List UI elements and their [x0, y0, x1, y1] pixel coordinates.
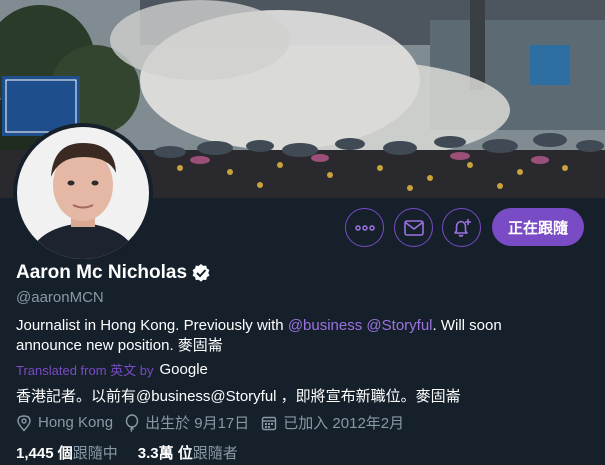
google-logo: Google — [159, 361, 208, 378]
mail-icon — [403, 219, 424, 236]
following-button[interactable]: 正在跟隨 — [492, 208, 584, 246]
followers-stat[interactable]: 3.3萬 位跟隨者 — [138, 442, 238, 463]
followers-count: 3.3萬 位 — [137, 445, 193, 462]
location-text: Hong Kong — [38, 414, 114, 431]
location-pin-icon — [17, 414, 31, 432]
bell-plus-icon — [453, 218, 471, 237]
avatar[interactable] — [13, 123, 153, 263]
bio-text: Journalist in Hong Kong. Previously with — [16, 317, 288, 334]
profile-name: Aaron Mc Nicholas — [16, 262, 211, 284]
birthday-text: 出生於 9月17日 — [145, 415, 250, 432]
followers-label: 跟隨者 — [192, 445, 238, 462]
display-name: Aaron Mc Nicholas — [16, 262, 188, 283]
join-date: 已加入 2012年2月 — [261, 412, 404, 433]
avatar-image — [17, 127, 149, 259]
verified-badge-icon — [192, 264, 210, 282]
more-icon — [354, 224, 375, 231]
profile-meta: Hong Kong 出生於 9月17日 已加入 2012年2月 — [16, 412, 416, 433]
mention-business-link[interactable]: @business — [288, 317, 362, 334]
following-count: 1,445 個 — [16, 445, 73, 462]
follow-stats: 1,445 個跟隨中 3.3萬 位跟隨者 — [16, 442, 238, 463]
translated-from-label: Translated from 英文 by — [16, 363, 154, 378]
message-button[interactable] — [394, 208, 433, 247]
profile-handle: @aaronMCN — [16, 289, 104, 306]
profile-bio: Journalist in Hong Kong. Previously with… — [16, 316, 556, 356]
notifications-button[interactable] — [442, 208, 481, 247]
calendar-icon — [262, 416, 277, 430]
following-stat[interactable]: 1,445 個跟隨中 — [16, 442, 118, 463]
balloon-icon — [125, 413, 139, 432]
following-label: 跟隨中 — [72, 445, 118, 462]
translation-attribution[interactable]: Translated from 英文 by Google — [16, 360, 208, 379]
join-date-text: 已加入 2012年2月 — [283, 415, 405, 432]
more-button[interactable] — [345, 208, 384, 247]
bio-translation: 香港記者。以前有@business@Storyful ，即將宣布新職位。麥固崙 — [16, 388, 461, 405]
location: Hong Kong — [16, 414, 113, 432]
birthday: 出生於 9月17日 — [125, 412, 249, 433]
mention-storyful-link[interactable]: @Storyful — [366, 317, 432, 334]
